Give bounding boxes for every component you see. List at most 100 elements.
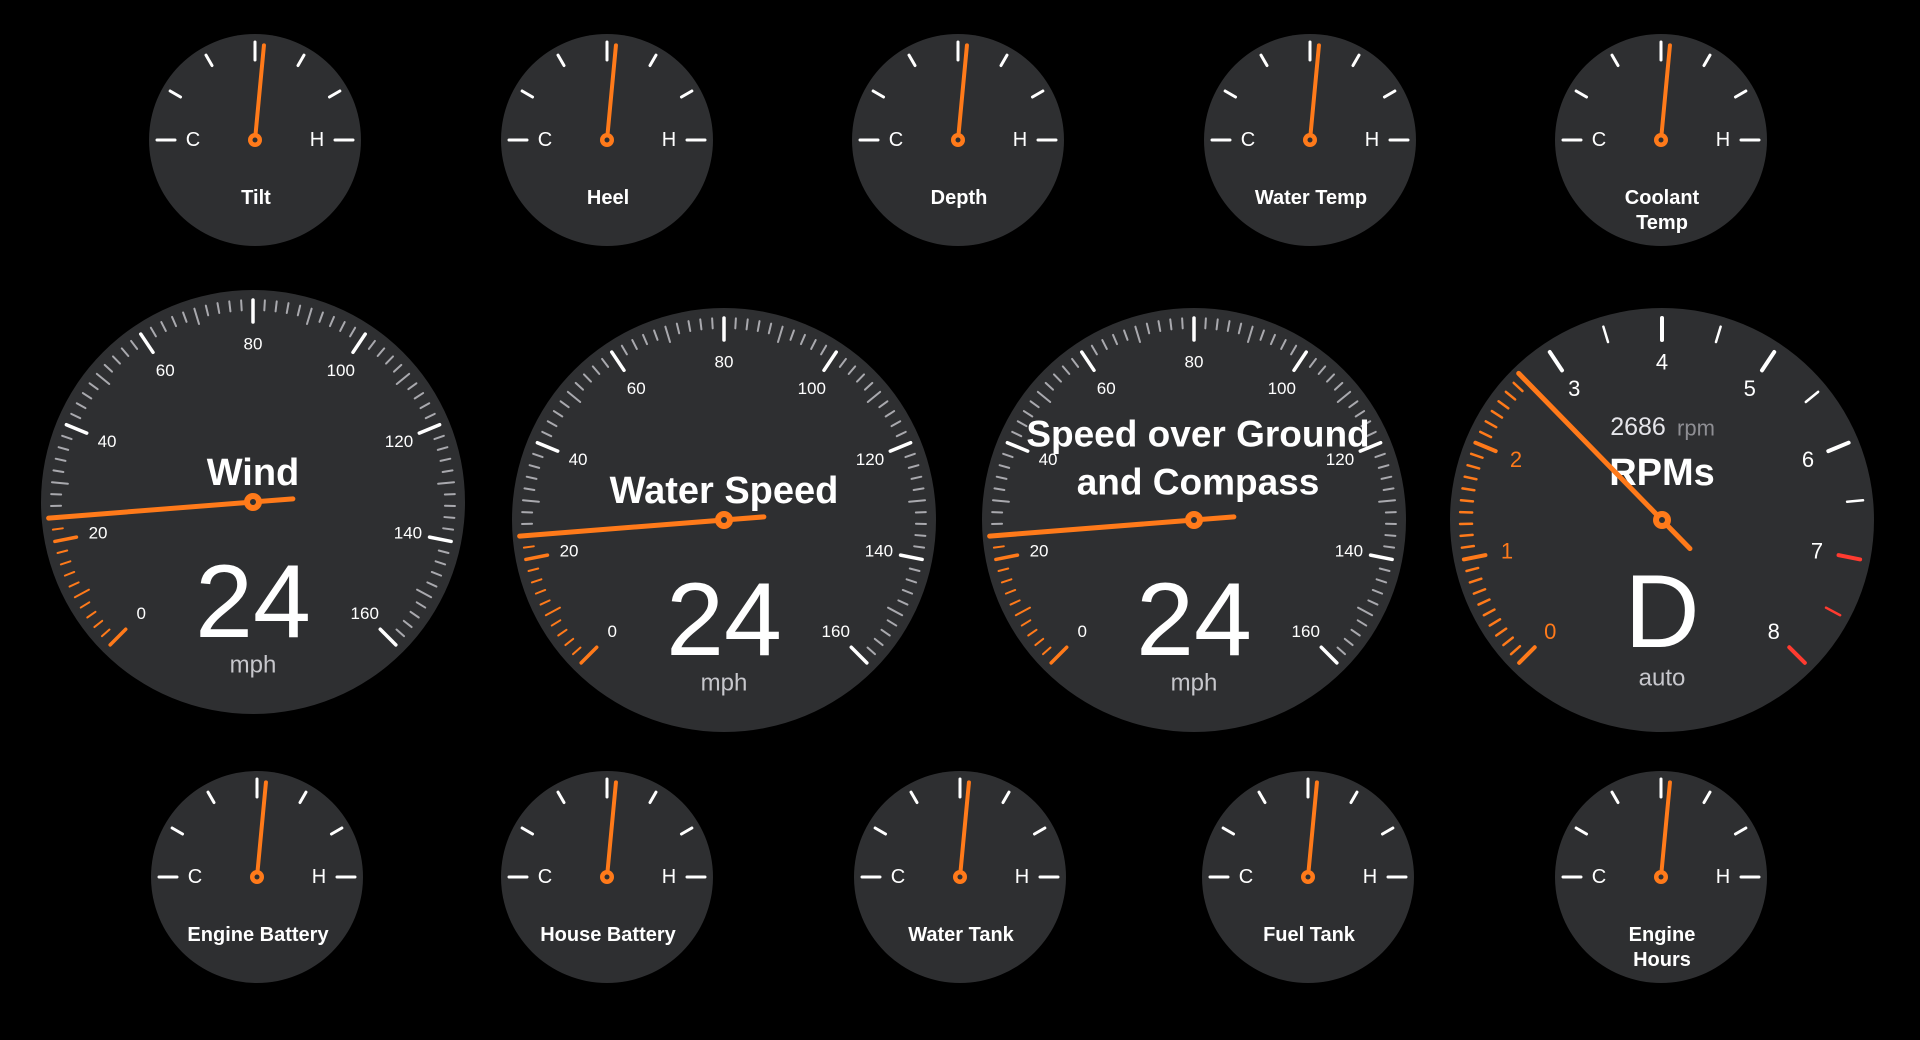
- small-gauge: C H Engine Hours: [1555, 771, 1767, 983]
- gauge-title: Heel: [587, 187, 629, 209]
- gauge-title: RPMs: [1609, 452, 1715, 494]
- small-gauge: C H Water Temp: [1204, 34, 1416, 246]
- gauge-title: Water Tank: [908, 924, 1014, 946]
- scale-tick: [914, 534, 927, 537]
- scale-tick: [699, 318, 703, 331]
- speed-unit: mph: [1171, 670, 1218, 697]
- scale-tick: [274, 300, 278, 313]
- scale-tick: [745, 318, 749, 331]
- small-gauge: C H Coolant Temp: [1555, 34, 1767, 246]
- scale-label: 20: [1030, 541, 1049, 560]
- cold-label: C: [538, 129, 552, 151]
- scale-tick: [711, 317, 714, 330]
- speed-value: 24: [666, 562, 782, 678]
- scale-label: 20: [89, 523, 108, 542]
- small-gauge: C H Fuel Tank: [1202, 771, 1414, 983]
- scale-tick: [992, 545, 1005, 549]
- needle-hub-center: [1191, 517, 1197, 523]
- hot-label: H: [312, 866, 326, 888]
- scale-label: 40: [569, 450, 588, 469]
- rpm-gauge: 0 1 2 3 4 5 6 7 8 2686 rpm RPMs Dauto: [1450, 308, 1874, 732]
- rpm-tick: [1459, 498, 1475, 503]
- small-gauge: C H Water Tank: [854, 771, 1066, 983]
- cold-label: C: [188, 866, 202, 888]
- needle-hub-center: [1305, 874, 1311, 880]
- cold-label: C: [889, 129, 903, 151]
- rpm-scale-label: 4: [1656, 350, 1668, 375]
- small-gauge: C H Heel: [501, 34, 713, 246]
- hot-label: H: [662, 129, 676, 151]
- cold-label: C: [1241, 129, 1255, 151]
- gauge-title: Wind: [207, 452, 300, 494]
- scale-label: 160: [1292, 622, 1320, 641]
- scale-label: 140: [394, 523, 422, 542]
- scale-tick: [1384, 534, 1397, 537]
- scale-tick: [734, 317, 737, 330]
- scale-tick: [1204, 317, 1207, 330]
- scale-label: 100: [1268, 379, 1296, 398]
- needle-hub-center: [250, 499, 256, 505]
- scale-tick: [443, 516, 456, 519]
- speed-unit: mph: [230, 652, 277, 679]
- needle-hub-center: [957, 874, 963, 880]
- rpm-scale-label: 1: [1501, 538, 1513, 563]
- gauge-title: Hours: [1633, 949, 1691, 971]
- gear-indicator: D: [1624, 554, 1699, 670]
- scale-label: 20: [560, 541, 579, 560]
- scale-label: 140: [1335, 541, 1363, 560]
- small-gauge: C H Tilt: [149, 34, 361, 246]
- rpm-unit: rpm: [1677, 416, 1715, 441]
- scale-tick: [1383, 545, 1396, 549]
- needle-hub-center: [1659, 517, 1665, 523]
- speed-unit: mph: [701, 670, 748, 697]
- cold-label: C: [1592, 129, 1606, 151]
- hot-label: H: [1015, 866, 1029, 888]
- scale-tick: [1181, 317, 1184, 330]
- rpm-scale-label: 7: [1811, 538, 1823, 563]
- instrument-dashboard: C H Tilt C H Heel C H Depth C H Water Temp C H Coolant…: [41, 34, 1874, 983]
- gauge-title: Tilt: [241, 187, 271, 209]
- scale-label: 0: [608, 622, 617, 641]
- gauge-title: House Battery: [540, 924, 676, 946]
- scale-label: 100: [798, 379, 826, 398]
- scale-tick: [913, 545, 926, 549]
- hot-label: H: [1365, 129, 1379, 151]
- needle-hub-center: [252, 137, 258, 143]
- needle-hub-center: [721, 517, 727, 523]
- speed-gauge: 020406080100120140160Speed over Groundan…: [982, 308, 1406, 732]
- scale-label: 140: [865, 541, 893, 560]
- rpm-tick: [1845, 498, 1865, 504]
- rpm-readout: 2686: [1610, 413, 1666, 441]
- rpm-scale-label: 2: [1510, 447, 1522, 472]
- scale-label: 160: [351, 604, 379, 623]
- needle-hub-center: [1307, 137, 1313, 143]
- cold-label: C: [186, 129, 200, 151]
- gauge-title: Engine: [1629, 924, 1696, 946]
- scale-tick: [240, 299, 243, 312]
- rpm-tick: [1459, 533, 1474, 538]
- gauge-title: Fuel Tank: [1263, 924, 1356, 946]
- cold-label: C: [891, 866, 905, 888]
- scale-label: 120: [856, 450, 884, 469]
- scale-label: 0: [1078, 622, 1087, 641]
- speed-value: 24: [195, 544, 311, 660]
- scale-label: 100: [327, 361, 355, 380]
- gear-mode: auto: [1639, 665, 1686, 692]
- hot-label: H: [1013, 129, 1027, 151]
- needle-hub-center: [1658, 874, 1664, 880]
- needle-hub-center: [604, 137, 610, 143]
- scale-tick: [51, 527, 64, 531]
- scale-tick: [1215, 318, 1219, 331]
- rpm-scale-label: 0: [1544, 619, 1556, 644]
- needle-hub-center: [955, 137, 961, 143]
- scale-tick: [228, 300, 232, 313]
- gauge-title: Temp: [1636, 212, 1688, 234]
- scale-tick: [522, 545, 535, 549]
- speed-gauge: 0 20 40 60 80 100 120 140 160 Water Speed 24mph: [512, 308, 936, 732]
- hot-label: H: [662, 866, 676, 888]
- needle-hub-center: [604, 874, 610, 880]
- scale-label: 60: [627, 379, 646, 398]
- rpm-scale-label: 5: [1744, 376, 1756, 401]
- scale-label: 60: [156, 361, 175, 380]
- needle-hub-center: [1658, 137, 1664, 143]
